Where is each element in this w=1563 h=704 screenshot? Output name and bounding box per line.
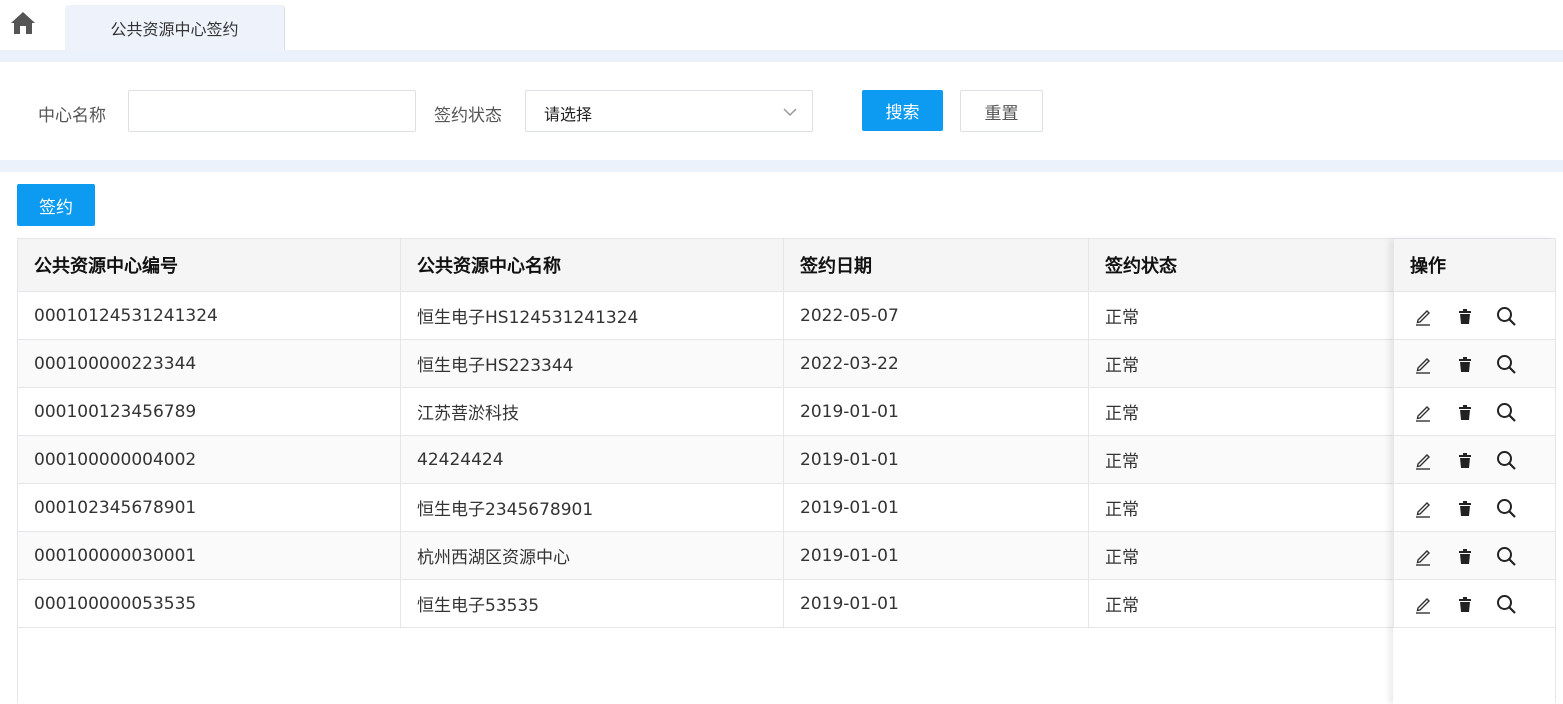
edit-icon[interactable] bbox=[1412, 401, 1434, 423]
table-row: 00010124531241324 恒生电子HS124531241324 202… bbox=[18, 292, 1555, 340]
actions-cell bbox=[1394, 580, 1555, 628]
cell-status: 正常 bbox=[1089, 436, 1394, 483]
actions-cell bbox=[1394, 388, 1555, 436]
divider-band bbox=[0, 50, 1563, 62]
table-row: 000100000223344 恒生电子HS223344 2022-03-22 … bbox=[18, 340, 1555, 388]
table-row: 000100000004002 42424424 2019-01-01 正常 bbox=[18, 436, 1555, 484]
search-icon[interactable] bbox=[1495, 593, 1517, 615]
trash-icon[interactable] bbox=[1454, 401, 1476, 423]
cell-name: 江苏菩淤科技 bbox=[401, 388, 784, 435]
column-header-date: 签约日期 bbox=[784, 239, 1089, 291]
edit-icon[interactable] bbox=[1412, 449, 1434, 471]
edit-icon[interactable] bbox=[1412, 593, 1434, 615]
cell-date: 2022-03-22 bbox=[784, 340, 1089, 387]
trash-icon[interactable] bbox=[1454, 449, 1476, 471]
cell-name: 恒生电子HS124531241324 bbox=[401, 292, 784, 339]
chevron-down-icon bbox=[783, 108, 797, 117]
actions-cell bbox=[1394, 340, 1555, 388]
actions-cell bbox=[1394, 484, 1555, 532]
actions-cell bbox=[1394, 436, 1555, 484]
search-icon[interactable] bbox=[1495, 497, 1517, 519]
cell-date: 2019-01-01 bbox=[784, 532, 1089, 579]
search-icon[interactable] bbox=[1495, 401, 1517, 423]
cell-date: 2019-01-01 bbox=[784, 484, 1089, 531]
cell-code: 00010124531241324 bbox=[18, 292, 401, 339]
column-header-name: 公共资源中心名称 bbox=[401, 239, 784, 291]
cell-status: 正常 bbox=[1089, 580, 1394, 627]
cell-name: 杭州西湖区资源中心 bbox=[401, 532, 784, 579]
edit-icon[interactable] bbox=[1412, 545, 1434, 567]
cell-code: 000100000223344 bbox=[18, 340, 401, 387]
sign-status-placeholder: 请选择 bbox=[544, 105, 593, 124]
column-header-code: 公共资源中心编号 bbox=[18, 239, 401, 291]
cell-date: 2022-05-07 bbox=[784, 292, 1089, 339]
actions-cell bbox=[1394, 532, 1555, 580]
table-row: 000102345678901 恒生电子2345678901 2019-01-0… bbox=[18, 484, 1555, 532]
trash-icon[interactable] bbox=[1454, 593, 1476, 615]
cell-date: 2019-01-01 bbox=[784, 388, 1089, 435]
column-header-actions: 操作 bbox=[1410, 256, 1446, 277]
cell-status: 正常 bbox=[1089, 484, 1394, 531]
search-icon[interactable] bbox=[1495, 449, 1517, 471]
center-name-label: 中心名称 bbox=[38, 106, 106, 126]
table-row: 000100000053535 恒生电子53535 2019-01-01 正常 bbox=[18, 580, 1555, 628]
divider-band bbox=[0, 160, 1563, 172]
column-header-status: 签约状态 bbox=[1089, 239, 1394, 291]
trash-icon[interactable] bbox=[1454, 545, 1476, 567]
search-icon[interactable] bbox=[1495, 545, 1517, 567]
table-row: 000100000030001 杭州西湖区资源中心 2019-01-01 正常 bbox=[18, 532, 1555, 580]
center-name-input[interactable] bbox=[128, 90, 416, 132]
cell-name: 恒生电子HS223344 bbox=[401, 340, 784, 387]
sign-button[interactable]: 签约 bbox=[17, 184, 95, 226]
cell-name: 恒生电子2345678901 bbox=[401, 484, 784, 531]
top-tab-bar: 公共资源中心签约 bbox=[0, 0, 1563, 50]
cell-date: 2019-01-01 bbox=[784, 580, 1089, 627]
sign-table: 公共资源中心编号 公共资源中心名称 签约日期 签约状态 操作 000101245… bbox=[17, 238, 1556, 704]
table-row: 000100123456789 江苏菩淤科技 2019-01-01 正常 bbox=[18, 388, 1555, 436]
cell-code: 000102345678901 bbox=[18, 484, 401, 531]
edit-icon[interactable] bbox=[1412, 305, 1434, 327]
edit-icon[interactable] bbox=[1412, 497, 1434, 519]
reset-button[interactable]: 重置 bbox=[960, 90, 1043, 132]
cell-code: 000100000053535 bbox=[18, 580, 401, 627]
cell-name: 恒生电子53535 bbox=[401, 580, 784, 627]
actions-column bbox=[1394, 292, 1555, 704]
edit-icon[interactable] bbox=[1412, 353, 1434, 375]
table-header: 公共资源中心编号 公共资源中心名称 签约日期 签约状态 操作 bbox=[18, 239, 1555, 292]
cell-status: 正常 bbox=[1089, 340, 1394, 387]
actions-cell bbox=[1394, 292, 1555, 340]
sign-status-select[interactable]: 请选择 bbox=[525, 90, 813, 132]
cell-name: 42424424 bbox=[401, 436, 784, 483]
cell-date: 2019-01-01 bbox=[784, 436, 1089, 483]
search-button[interactable]: 搜索 bbox=[862, 90, 943, 131]
sign-status-label: 签约状态 bbox=[434, 106, 502, 126]
cell-code: 000100000004002 bbox=[18, 436, 401, 483]
cell-code: 000100000030001 bbox=[18, 532, 401, 579]
cell-status: 正常 bbox=[1089, 388, 1394, 435]
trash-icon[interactable] bbox=[1454, 305, 1476, 327]
trash-icon[interactable] bbox=[1454, 497, 1476, 519]
cell-status: 正常 bbox=[1089, 292, 1394, 339]
tab-public-resource-sign[interactable]: 公共资源中心签约 bbox=[65, 5, 285, 50]
search-icon[interactable] bbox=[1495, 305, 1517, 327]
trash-icon[interactable] bbox=[1454, 353, 1476, 375]
cell-code: 000100123456789 bbox=[18, 388, 401, 435]
home-icon[interactable] bbox=[10, 10, 36, 36]
search-icon[interactable] bbox=[1495, 353, 1517, 375]
cell-status: 正常 bbox=[1089, 532, 1394, 579]
